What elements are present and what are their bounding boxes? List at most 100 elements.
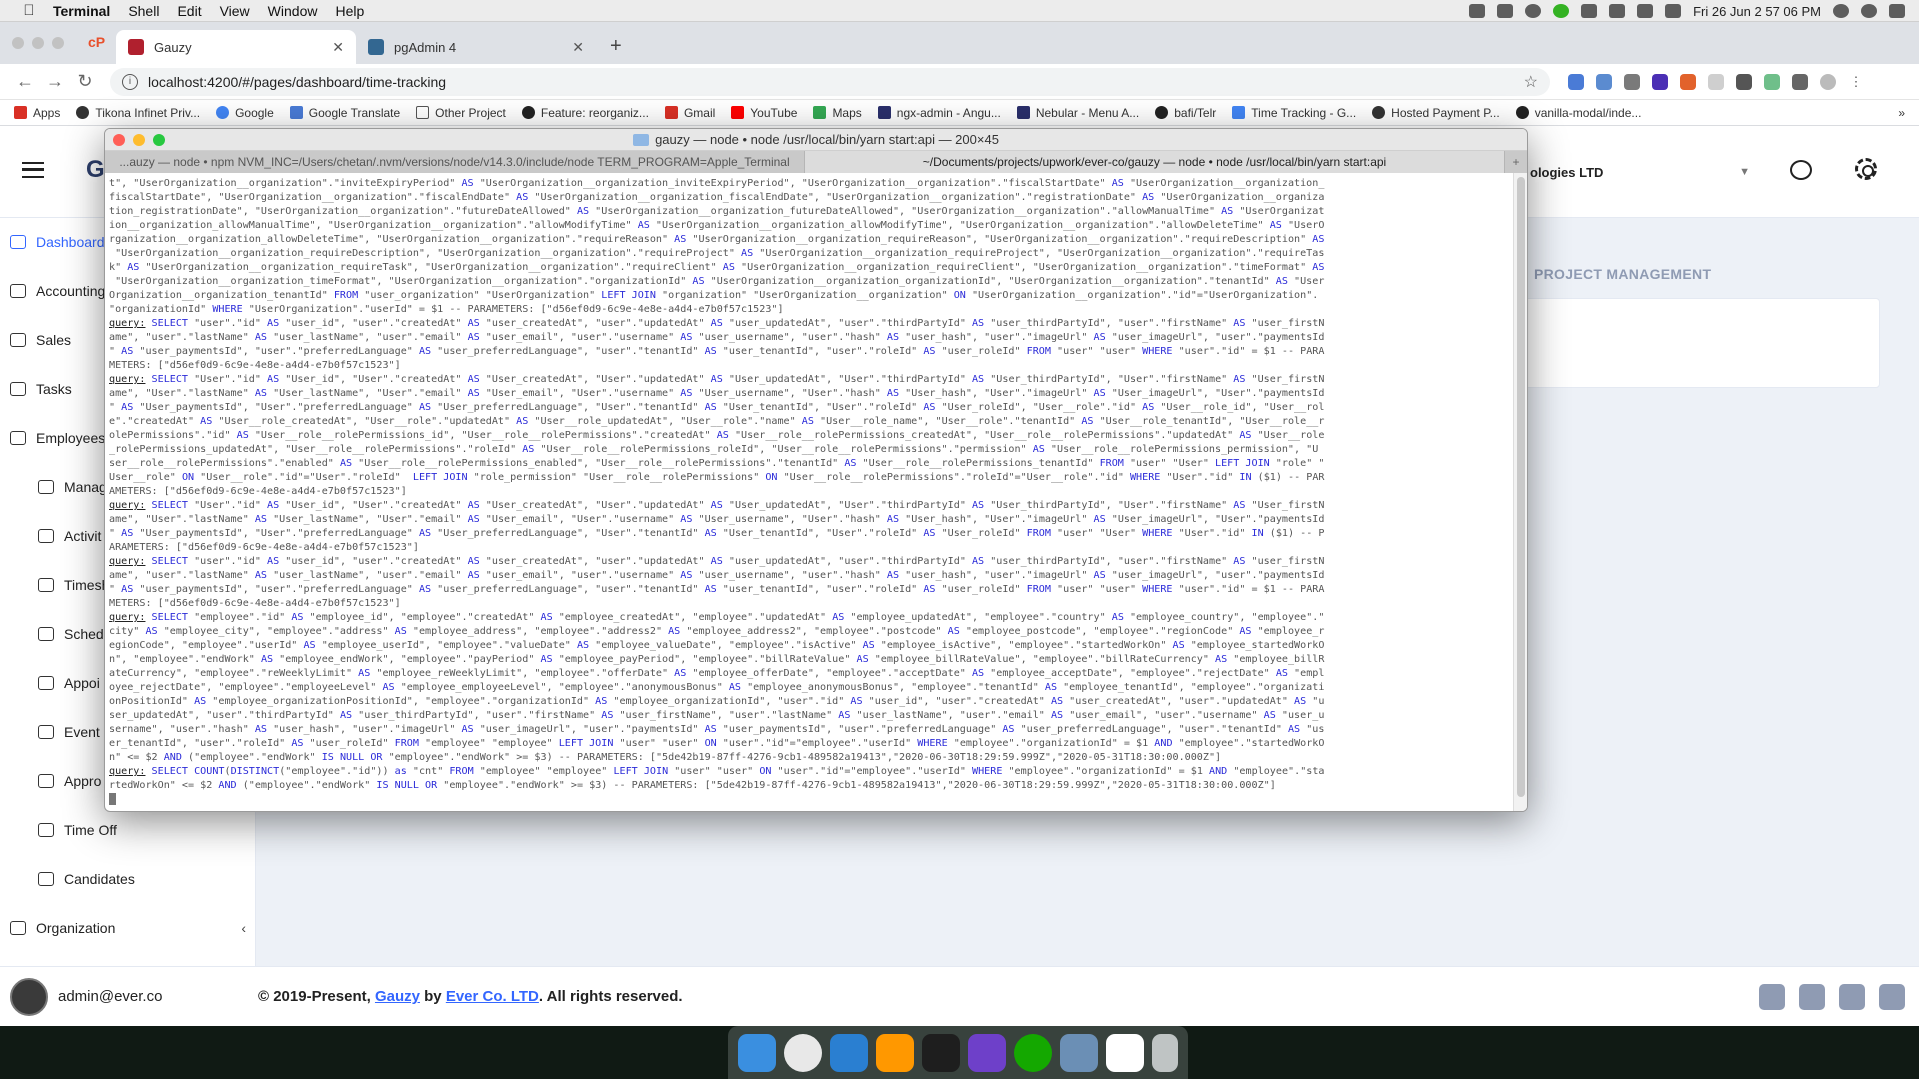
minimize-window-button[interactable] xyxy=(32,37,44,49)
bluetooth-icon[interactable] xyxy=(1581,4,1598,18)
upwork-icon[interactable] xyxy=(1553,4,1570,18)
finder-icon[interactable] xyxy=(738,1033,776,1072)
forward-arrow-icon[interactable]: → xyxy=(40,71,70,92)
footer-user-email[interactable]: admin@ever.co xyxy=(58,988,258,1005)
terminal-icon[interactable] xyxy=(922,1033,960,1072)
twitter-icon[interactable] xyxy=(1839,983,1865,1010)
more-menu-icon[interactable]: ⋮ xyxy=(1848,74,1864,90)
ever-co-link[interactable]: Ever Co. LTD xyxy=(446,988,539,1005)
app-logo[interactable]: G xyxy=(86,156,105,184)
volume-icon[interactable] xyxy=(1665,4,1682,18)
profile-avatar-icon[interactable] xyxy=(1820,73,1836,90)
sync-icon[interactable] xyxy=(1525,4,1542,18)
hamburger-menu-icon[interactable] xyxy=(22,162,44,178)
maximize-window-button[interactable] xyxy=(52,37,64,49)
pen-icon[interactable] xyxy=(1469,4,1486,18)
url-text[interactable]: localhost:4200/#/pages/dashboard/time-tr… xyxy=(148,74,1524,90)
bookmark-item[interactable]: Time Tracking - G... xyxy=(1232,106,1356,120)
scrollbar-thumb[interactable] xyxy=(1517,177,1525,797)
bookmark-item[interactable]: Gmail xyxy=(664,106,715,120)
upwork-icon[interactable] xyxy=(1014,1033,1052,1072)
siri-icon[interactable] xyxy=(1861,4,1877,18)
bookmark-item[interactable]: Google xyxy=(216,106,274,120)
extension-icon[interactable] xyxy=(1708,73,1724,90)
linkedin-icon[interactable] xyxy=(1879,983,1905,1010)
apple-menu-icon[interactable]:  xyxy=(14,2,44,19)
close-tab-icon[interactable]: ✕ xyxy=(332,39,344,56)
maximize-window-button[interactable] xyxy=(153,134,165,146)
sidebar-item-organization[interactable]: Organization ‹ xyxy=(0,914,256,942)
menu-edit[interactable]: Edit xyxy=(168,3,210,19)
terminal-scrollbar[interactable] xyxy=(1513,173,1527,811)
menu-shell[interactable]: Shell xyxy=(119,3,168,19)
bookmark-star-icon[interactable]: ☆ xyxy=(1524,72,1538,92)
preview-icon[interactable] xyxy=(1060,1033,1098,1072)
extension-icon[interactable] xyxy=(1764,73,1780,90)
bookmark-item[interactable]: Nebular - Menu A... xyxy=(1016,106,1139,120)
clock[interactable]: Fri 26 Jun 2 57 06 PM xyxy=(1693,4,1821,19)
sublime-icon[interactable] xyxy=(876,1033,914,1072)
eject-icon[interactable] xyxy=(1637,4,1654,18)
gauzy-link[interactable]: Gauzy xyxy=(375,988,420,1005)
gear-icon[interactable] xyxy=(1855,158,1877,180)
wifi-icon[interactable] xyxy=(1609,4,1626,18)
sidebar-item-time-off[interactable]: Time Off xyxy=(0,816,256,844)
close-window-button[interactable] xyxy=(113,134,125,146)
terminal-tab[interactable]: ...auzy — node • npm NVM_INC=/Users/chet… xyxy=(105,151,805,173)
extension-icon[interactable] xyxy=(1652,73,1668,90)
bookmark-item[interactable]: ngx-admin - Angu... xyxy=(877,106,1001,120)
terminal-output[interactable]: t", "UserOrganization__organization"."in… xyxy=(105,173,1514,811)
bookmark-item[interactable]: Hosted Payment P... xyxy=(1372,106,1500,120)
trash-icon[interactable] xyxy=(1152,1033,1178,1072)
bookmark-item[interactable]: Google Translate xyxy=(289,106,400,120)
terminal-tab-active[interactable]: ~/Documents/projects/upwork/ever-co/gauz… xyxy=(805,151,1505,173)
bookmark-item[interactable]: Feature: reorganiz... xyxy=(521,106,649,120)
bookmark-apps[interactable]: Apps xyxy=(14,106,60,120)
pinned-extension-icon[interactable]: cP xyxy=(88,34,105,50)
notification-center-icon[interactable] xyxy=(1889,4,1905,18)
bookmark-item[interactable]: Maps xyxy=(813,106,862,120)
slack-icon[interactable] xyxy=(1106,1033,1144,1072)
bookmark-item[interactable]: YouTube xyxy=(731,106,797,120)
terminal-line: ser_updatedAt", "user"."thirdPartyId" AS… xyxy=(109,710,1325,721)
address-bar[interactable]: i localhost:4200/#/pages/dashboard/time-… xyxy=(110,67,1550,96)
terminal-window[interactable]: gauzy — node • node /usr/local/bin/yarn … xyxy=(104,128,1528,812)
new-tab-button[interactable]: + xyxy=(596,35,632,64)
bookmark-item[interactable]: bafi/Telr xyxy=(1155,106,1216,120)
site-info-icon[interactable]: i xyxy=(122,73,138,90)
tab-pgadmin[interactable]: pgAdmin 4 ✕ xyxy=(356,30,596,64)
chrome-icon[interactable] xyxy=(784,1033,822,1072)
tab-gauzy[interactable]: Gauzy ✕ xyxy=(116,30,356,64)
extension-icon[interactable] xyxy=(1736,73,1752,90)
spotlight-search-icon[interactable] xyxy=(1833,4,1849,18)
github-icon[interactable] xyxy=(1759,983,1785,1010)
bookmark-item[interactable]: Tikona Infinet Priv... xyxy=(76,106,200,120)
puzzle-icon[interactable] xyxy=(1792,73,1808,90)
menu-help[interactable]: Help xyxy=(326,3,373,19)
translate-extension-icon[interactable] xyxy=(1568,73,1584,90)
bookmark-item[interactable]: vanilla-modal/inde... xyxy=(1515,106,1641,120)
extension-icon[interactable] xyxy=(1596,73,1612,90)
menu-view[interactable]: View xyxy=(211,3,259,19)
extension-icon[interactable] xyxy=(1680,73,1696,90)
shield-icon[interactable] xyxy=(1497,4,1514,18)
reload-icon[interactable]: ↻ xyxy=(70,71,100,92)
vscode-icon[interactable] xyxy=(830,1033,868,1072)
more-bookmarks-icon[interactable]: » xyxy=(1898,106,1905,120)
terminal-title-bar[interactable]: gauzy — node • node /usr/local/bin/yarn … xyxy=(105,129,1527,151)
facebook-icon[interactable] xyxy=(1799,983,1825,1010)
menu-app-name[interactable]: Terminal xyxy=(44,3,119,19)
organization-selector[interactable]: ologies LTD ▼ xyxy=(1530,154,1750,190)
avatar[interactable] xyxy=(10,977,48,1016)
sidebar-item-candidates[interactable]: Candidates xyxy=(0,865,256,893)
minimize-window-button[interactable] xyxy=(133,134,145,146)
close-tab-icon[interactable]: ✕ xyxy=(572,39,584,56)
chat-icon[interactable] xyxy=(1790,160,1812,180)
bookmark-folder[interactable]: Other Project xyxy=(416,106,506,120)
menu-window[interactable]: Window xyxy=(259,3,327,19)
close-window-button[interactable] xyxy=(12,37,24,49)
github-desktop-icon[interactable] xyxy=(968,1033,1006,1072)
extension-icon[interactable] xyxy=(1624,73,1640,90)
back-arrow-icon[interactable]: ← xyxy=(10,71,40,92)
new-terminal-tab-button[interactable]: + xyxy=(1505,151,1527,173)
